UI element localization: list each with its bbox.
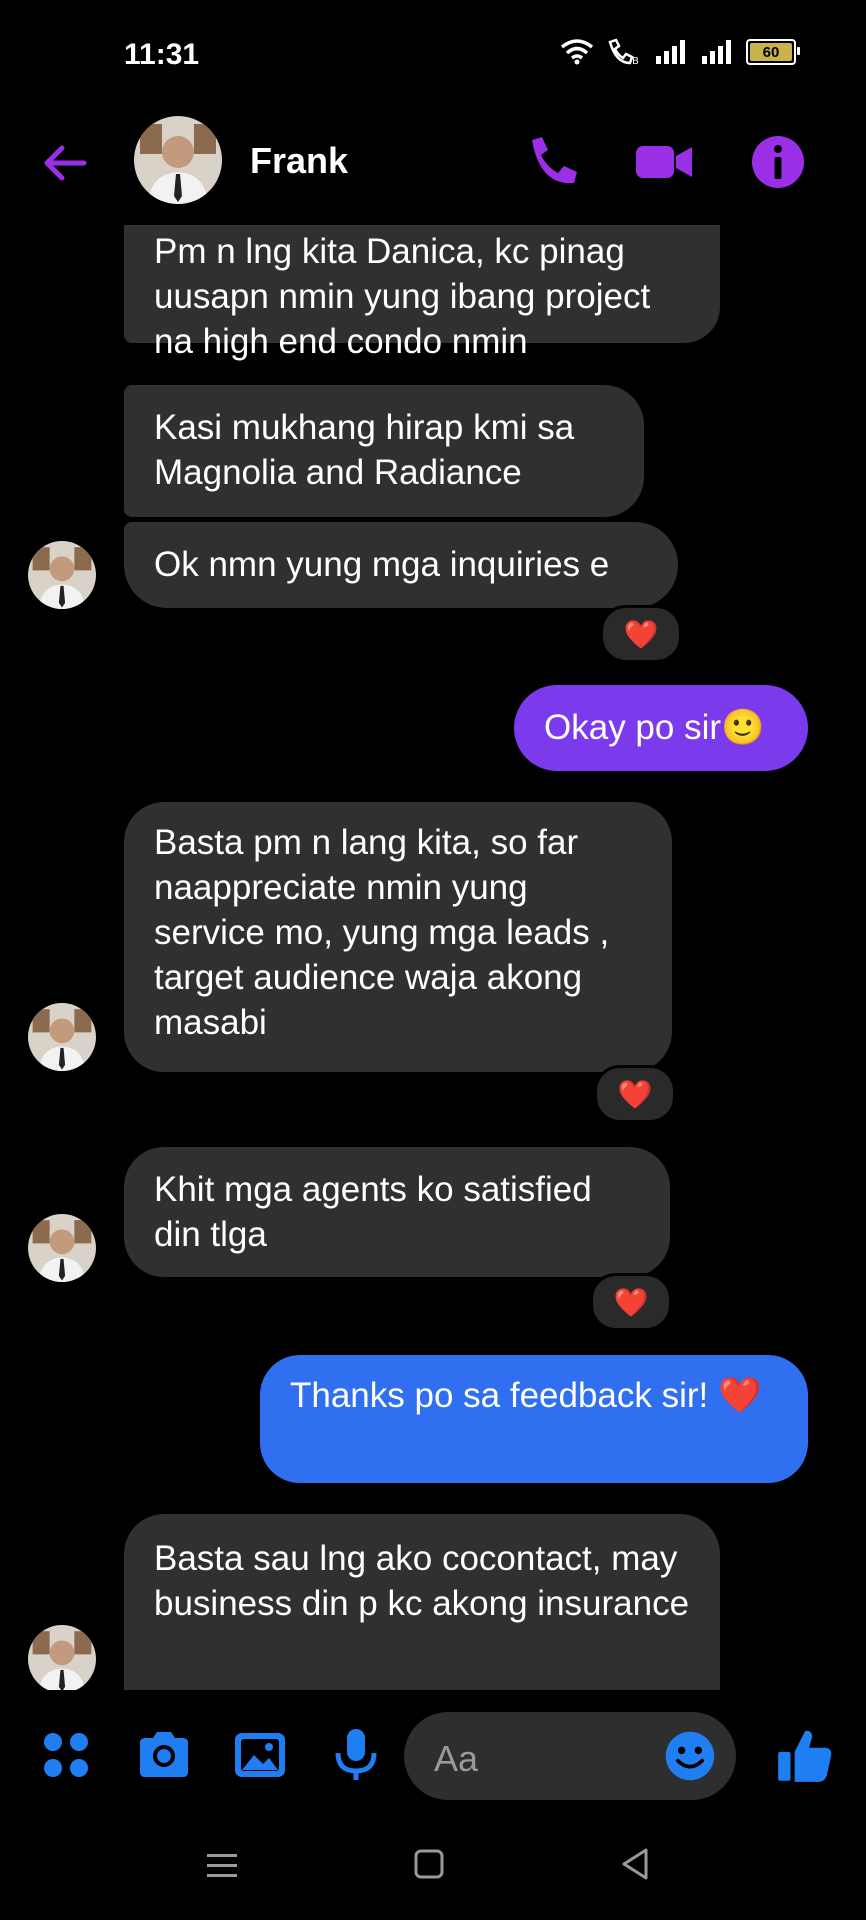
message-list[interactable]: Pm n lng kita Danica, kc pinag uusapn nm… [0,225,866,1690]
message-text: Pm n lng kita Danica, kc pinag uusapn nm… [154,232,651,361]
battery-icon: 60 [746,39,800,65]
signal-icon-1 [656,40,685,64]
reaction-badge[interactable]: ❤️ [594,1065,676,1123]
message-composer: Aa [0,1690,866,1820]
sender-avatar[interactable] [28,541,96,609]
message-input[interactable]: Aa [404,1712,736,1800]
thumbs-up-icon[interactable] [774,1725,836,1787]
message-text: Ok nmn yung mga inquiries e [154,545,610,584]
message-bubble-sent[interactable]: Thanks po sa feedback sir! ❤️ [260,1355,808,1483]
heart-reaction-icon: ❤️ [623,618,659,650]
message-input-placeholder: Aa [434,1738,479,1779]
camera-icon[interactable] [134,1725,194,1785]
sender-avatar[interactable] [28,1003,96,1071]
message-text: Khit mga agents ko satisfied din tlga [154,1170,592,1254]
emoji-icon[interactable] [662,1728,718,1784]
contact-name[interactable]: Frank [250,140,348,182]
more-actions-icon[interactable] [36,1725,96,1785]
message-bubble-received[interactable]: Basta pm n lang kita, so far naappreciat… [124,802,672,1072]
sender-avatar[interactable] [28,1625,96,1690]
reaction-badge[interactable]: ❤️ [600,605,682,663]
message-bubble-received[interactable]: Pm n lng kita Danica, kc pinag uusapn nm… [124,225,720,361]
heart-reaction-icon: ❤️ [613,1286,649,1318]
message-text: Thanks po sa feedback sir! ❤️ [290,1376,762,1415]
home-nav-icon[interactable] [413,1848,445,1880]
message-bubble-received[interactable]: Ok nmn yung mga inquiries e [124,522,678,608]
volte-call-icon: B [608,38,639,66]
message-bubble-sent[interactable]: Okay po sir🙂 [514,685,808,771]
status-bar: 11:31 B 60 [0,0,866,110]
menu-nav-icon[interactable] [205,1850,239,1882]
battery-level: 60 [762,43,780,61]
message-bubble-received[interactable]: Khit mga agents ko satisfied din tlga [124,1147,670,1277]
message-text: Basta pm n lang kita, so far naappreciat… [154,823,610,1042]
message-text: Kasi mukhang hirap kmi sa Magnolia and R… [154,408,575,492]
message-bubble-received[interactable]: Basta sau lng ako cocontact, may busines… [124,1514,720,1690]
message-bubble-received[interactable]: Kasi mukhang hirap kmi sa Magnolia and R… [124,385,644,517]
wifi-icon [560,39,594,65]
status-time: 11:31 [124,38,200,71]
contact-avatar[interactable] [134,116,222,204]
chat-header: Frank [0,110,866,230]
signal-icon-2 [702,40,731,64]
system-nav-bar [0,1820,866,1920]
back-nav-icon[interactable] [618,1846,652,1882]
svg-text:B: B [632,56,639,66]
info-icon[interactable] [748,132,808,192]
gallery-icon[interactable] [230,1725,290,1785]
sender-avatar[interactable] [28,1214,96,1282]
phone-call-icon[interactable] [522,132,582,192]
reaction-badge[interactable]: ❤️ [590,1273,672,1331]
message-text: Okay po sir🙂 [544,708,765,747]
message-text: Basta sau lng ako cocontact, may busines… [154,1539,690,1623]
video-call-icon[interactable] [634,132,694,192]
heart-reaction-icon: ❤️ [617,1078,653,1110]
status-icons: B 60 [560,38,800,66]
microphone-icon[interactable] [326,1725,386,1785]
back-arrow-icon[interactable] [40,138,90,188]
